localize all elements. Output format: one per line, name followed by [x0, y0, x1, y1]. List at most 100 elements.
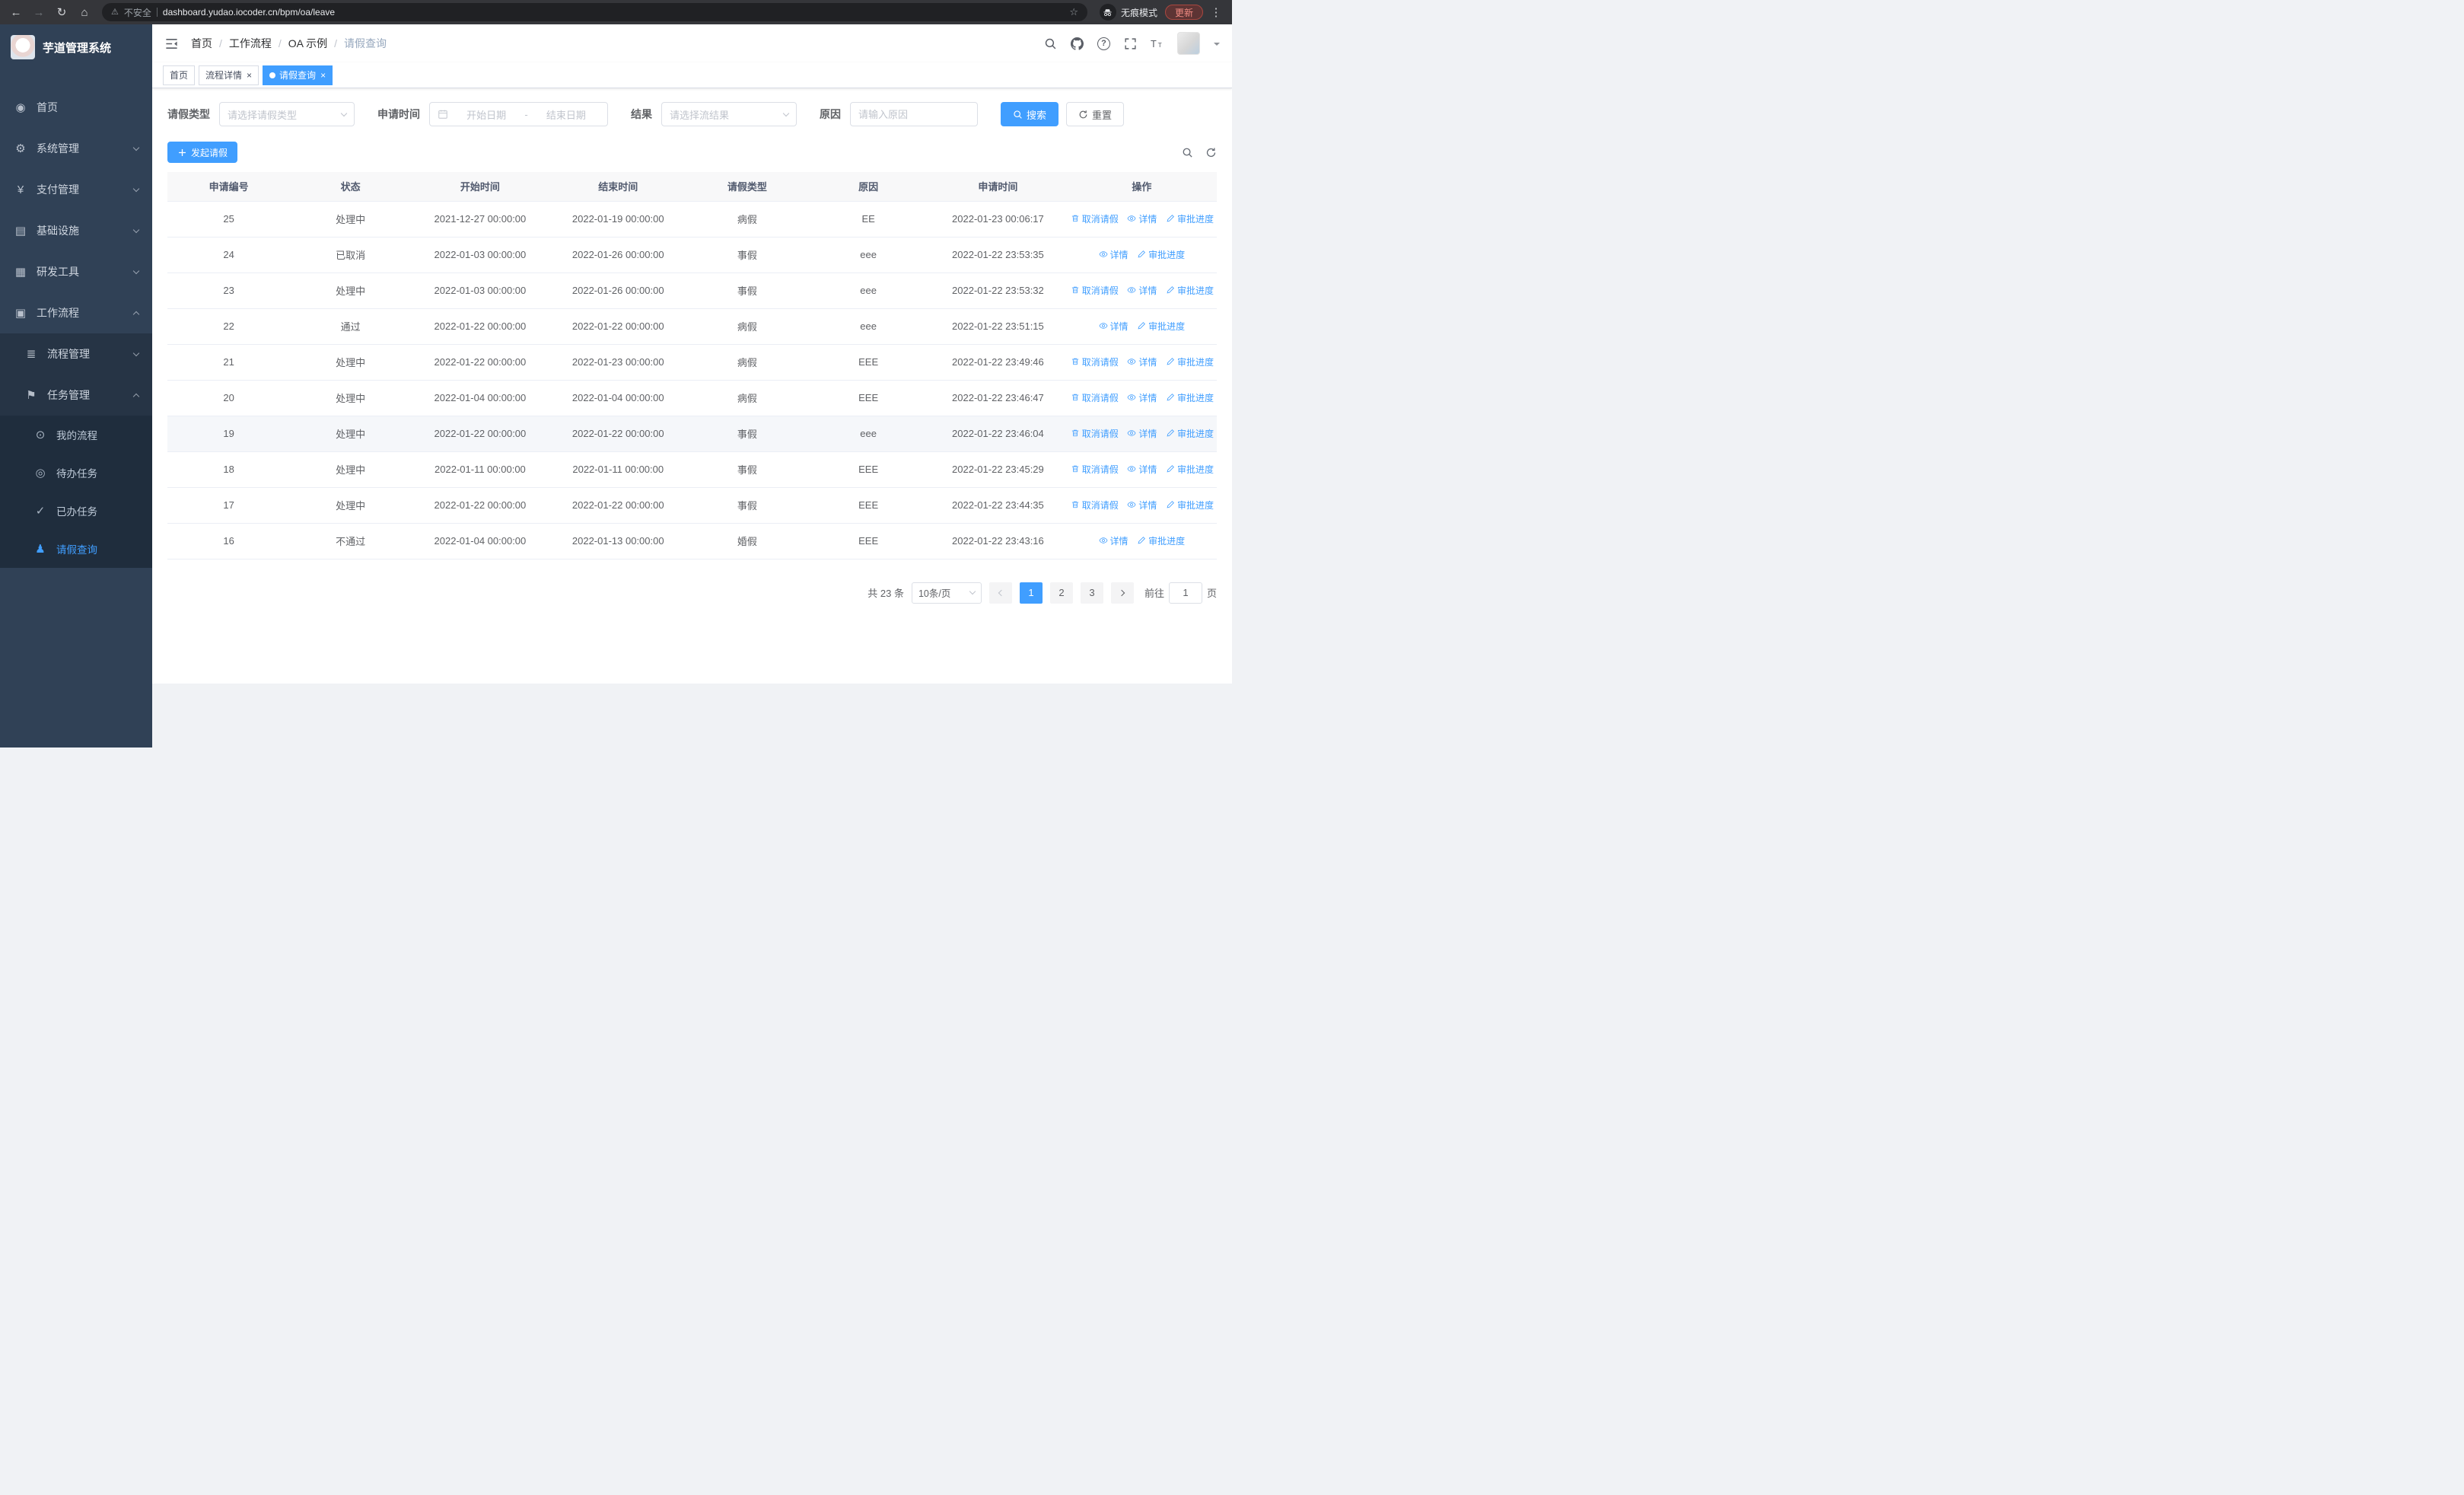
- cell-reason: EEE: [807, 523, 930, 559]
- edit-icon: [1166, 500, 1175, 509]
- tab-process-detail[interactable]: 流程详情 ×: [199, 65, 259, 85]
- sidebar-item-my-processes[interactable]: ⊙ 我的流程: [0, 416, 152, 454]
- approval-progress-link[interactable]: 审批进度: [1137, 248, 1185, 261]
- detail-link[interactable]: 详情: [1127, 463, 1157, 476]
- refresh-table-icon[interactable]: [1205, 147, 1217, 158]
- page-button-3[interactable]: 3: [1080, 582, 1103, 604]
- detail-link[interactable]: 详情: [1127, 355, 1157, 368]
- cancel-leave-link[interactable]: 取消请假: [1071, 499, 1119, 512]
- chevron-up-icon: [132, 311, 140, 317]
- page-size-select[interactable]: 10条/页: [911, 582, 982, 604]
- detail-link[interactable]: 详情: [1127, 499, 1157, 512]
- approval-progress-link[interactable]: 审批进度: [1137, 534, 1185, 547]
- cell-start: 2022-01-22 00:00:00: [410, 487, 549, 524]
- approval-progress-link[interactable]: 审批进度: [1166, 499, 1214, 512]
- approval-progress-link[interactable]: 审批进度: [1166, 391, 1214, 404]
- sidebar-item-workflow[interactable]: ▣ 工作流程: [0, 292, 152, 333]
- browser-home-icon[interactable]: ⌂: [75, 2, 94, 22]
- breadcrumb-item[interactable]: 工作流程: [229, 36, 272, 51]
- navbar-actions: ?: [1044, 32, 1220, 55]
- tab-leave-query[interactable]: 请假查询 ×: [263, 65, 333, 85]
- cancel-leave-link[interactable]: 取消请假: [1071, 427, 1119, 440]
- breadcrumb-item[interactable]: OA 示例: [288, 36, 327, 51]
- main-area: 首页 / 工作流程 / OA 示例 / 请假查询 ? 首页 流程详情 × 请假查…: [152, 24, 1232, 748]
- next-page-button[interactable]: [1110, 582, 1134, 604]
- font-size-icon[interactable]: [1151, 37, 1164, 50]
- reset-button[interactable]: 重置: [1066, 102, 1125, 126]
- sidebar-item-done-tasks[interactable]: ✓ 已办任务: [0, 492, 152, 530]
- approval-progress-link[interactable]: 审批进度: [1166, 463, 1214, 476]
- detail-link[interactable]: 详情: [1127, 284, 1157, 297]
- approval-progress-link[interactable]: 审批进度: [1137, 320, 1185, 333]
- link-label: 详情: [1109, 249, 1129, 260]
- help-icon[interactable]: ?: [1097, 37, 1110, 50]
- create-leave-button[interactable]: 发起请假: [167, 142, 238, 163]
- search-icon[interactable]: [1044, 37, 1057, 50]
- date-range-picker[interactable]: 开始日期 - 结束日期: [429, 102, 608, 126]
- goto-page-input[interactable]: [1168, 582, 1202, 604]
- approval-progress-link[interactable]: 审批进度: [1166, 284, 1214, 297]
- browser-menu-icon[interactable]: ⋮: [1206, 2, 1226, 22]
- browser-back-icon[interactable]: ←: [6, 2, 26, 22]
- tab-close-icon[interactable]: ×: [247, 71, 252, 80]
- tab-close-icon[interactable]: ×: [320, 71, 326, 80]
- prev-page-button[interactable]: [988, 582, 1012, 604]
- sidebar-item-payment-management[interactable]: ¥ 支付管理: [0, 169, 152, 210]
- search-button[interactable]: 搜索: [1001, 102, 1059, 126]
- github-icon[interactable]: [1071, 37, 1084, 50]
- cell-start: 2022-01-22 00:00:00: [410, 344, 549, 381]
- menu-label: 请假查询: [56, 544, 97, 556]
- avatar-dropdown-caret-icon[interactable]: [1214, 43, 1220, 49]
- browser-reload-icon[interactable]: ↻: [52, 2, 72, 22]
- link-label: 详情: [1138, 499, 1157, 511]
- link-label: 审批进度: [1177, 356, 1214, 368]
- approval-progress-link[interactable]: 审批进度: [1166, 355, 1214, 368]
- link-label: 审批进度: [1177, 285, 1214, 296]
- result-select[interactable]: 请选择流结果: [661, 102, 797, 126]
- reason-input[interactable]: [850, 102, 978, 126]
- detail-link[interactable]: 详情: [1127, 427, 1157, 440]
- user-avatar[interactable]: [1177, 32, 1200, 55]
- sidebar-item-devtools[interactable]: ▦ 研发工具: [0, 251, 152, 292]
- detail-link[interactable]: 详情: [1127, 212, 1157, 225]
- browser-forward-icon[interactable]: →: [29, 2, 49, 22]
- incognito-badge: 无痕模式: [1099, 4, 1157, 21]
- detail-link[interactable]: 详情: [1099, 248, 1129, 261]
- bookmark-star-icon[interactable]: ☆: [1069, 6, 1078, 18]
- sidebar-item-home[interactable]: ◉ 首页: [0, 87, 152, 128]
- sidebar-item-leave-query[interactable]: ♟ 请假查询: [0, 530, 152, 568]
- approval-progress-link[interactable]: 审批进度: [1166, 212, 1214, 225]
- cancel-leave-link[interactable]: 取消请假: [1071, 463, 1119, 476]
- cancel-leave-link[interactable]: 取消请假: [1071, 391, 1119, 404]
- page-button-1[interactable]: 1: [1019, 582, 1043, 604]
- cell-reason: eee: [807, 237, 930, 273]
- cancel-leave-link[interactable]: 取消请假: [1071, 284, 1119, 297]
- update-button[interactable]: 更新: [1164, 5, 1203, 20]
- task-icon: ⚑: [26, 389, 37, 402]
- detail-link[interactable]: 详情: [1099, 534, 1129, 547]
- breadcrumb-item[interactable]: 首页: [191, 36, 212, 51]
- address-bar[interactable]: ⚠ 不安全 dashboard.yudao.iocoder.cn/bpm/oa/…: [102, 3, 1087, 21]
- workflow-icon: ▣: [14, 307, 27, 320]
- sidebar-item-infrastructure[interactable]: ▤ 基础设施: [0, 210, 152, 251]
- cell-operations: 详情 审批进度: [1066, 523, 1217, 559]
- start-date-placeholder: 开始日期: [466, 109, 507, 121]
- leave-type-select[interactable]: 请选择请假类型: [219, 102, 355, 126]
- sidebar-item-process-management[interactable]: ≣ 流程管理: [0, 333, 152, 375]
- show-search-icon[interactable]: [1182, 147, 1193, 158]
- page-button-2[interactable]: 2: [1049, 582, 1073, 604]
- detail-link[interactable]: 详情: [1127, 391, 1157, 404]
- collapse-sidebar-icon[interactable]: [164, 37, 179, 51]
- detail-link[interactable]: 详情: [1099, 320, 1129, 333]
- sidebar-item-system-management[interactable]: ⚙ 系统管理: [0, 128, 152, 169]
- fullscreen-icon[interactable]: [1124, 37, 1137, 50]
- cancel-leave-link[interactable]: 取消请假: [1071, 212, 1119, 225]
- done-icon: ✓: [35, 505, 46, 518]
- filter-reason: 原因: [820, 102, 978, 126]
- cancel-leave-link[interactable]: 取消请假: [1071, 355, 1119, 368]
- approval-progress-link[interactable]: 审批进度: [1166, 427, 1214, 440]
- tab-home[interactable]: 首页: [163, 65, 196, 85]
- sidebar-item-task-management[interactable]: ⚑ 任务管理: [0, 375, 152, 416]
- search-icon: [1013, 110, 1023, 120]
- sidebar-item-todo-tasks[interactable]: ◎ 待办任务: [0, 454, 152, 492]
